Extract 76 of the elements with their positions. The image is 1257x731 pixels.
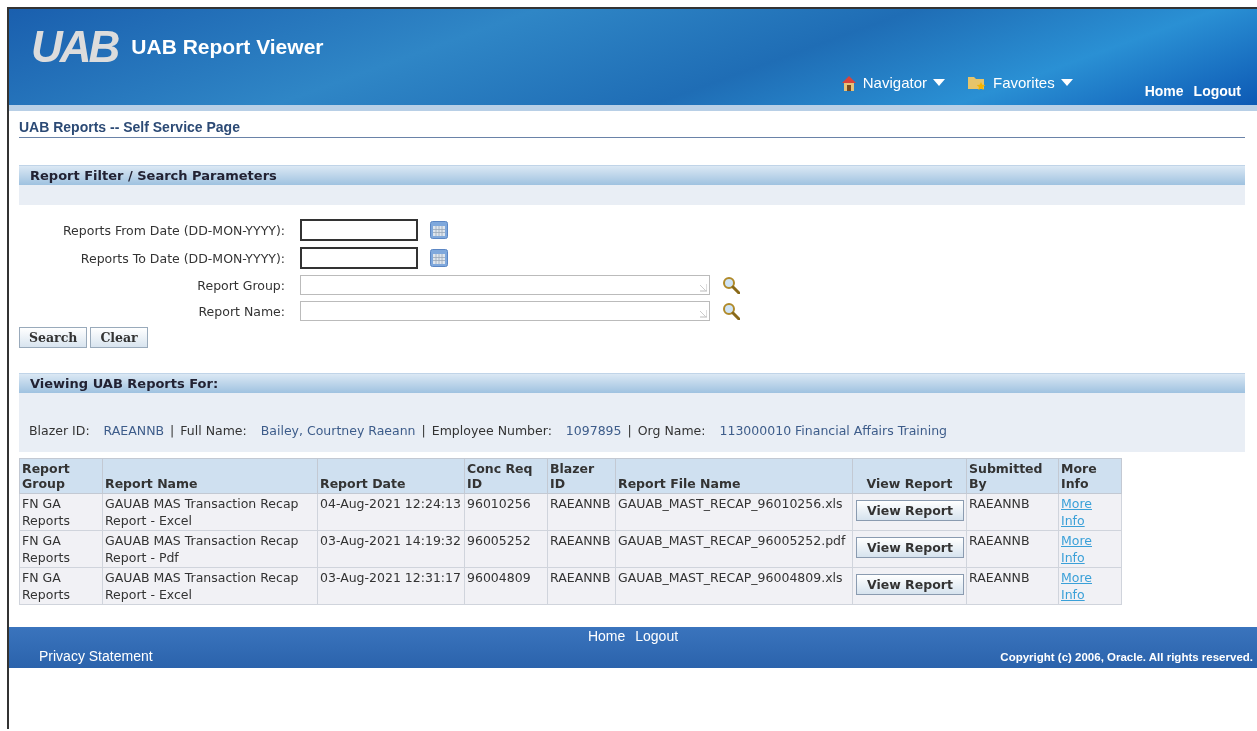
page-title: UAB Reports -- Self Service Page [19,119,1245,138]
table-cell: FN GA Reports [19,530,103,568]
info-label: Blazer ID: [29,423,90,438]
resize-grip-icon [699,284,707,292]
info-value: Bailey, Courtney Raeann [260,423,416,438]
column-header: Blazer ID [547,458,616,494]
section-header: Viewing UAB Reports For: [19,373,1245,393]
lov-field[interactable] [300,301,710,321]
column-header: Submitted By [966,458,1059,494]
calendar-icon [430,249,448,267]
nav-menu[interactable]: Favorites [967,73,1073,91]
lov-field[interactable] [300,275,710,295]
table-cell: RAEANNB [966,493,1059,531]
info-label: Employee Number: [431,423,552,438]
view-report-button[interactable]: View Report [856,574,964,595]
table-cell: 03-Aug-2021 12:31:17 [317,567,465,605]
info-label: Org Name: [637,423,706,438]
caret-icon [933,79,945,86]
calendar-icon [430,221,448,239]
field-label: Reports To Date (DD-MON-YYYY): [79,250,285,266]
resize-grip-icon [699,310,707,318]
table-cell: GAUAB_MAST_RECAP_96004809.xls [615,567,853,605]
footer-link[interactable]: Logout [635,628,679,668]
table-cell: FN GA Reports [19,567,103,605]
form-button[interactable]: Search [19,327,88,348]
table-cell: 96010256 [464,493,548,531]
table-cell: RAEANNB [547,530,616,568]
date-field[interactable] [300,247,418,269]
caret-icon [1060,78,1073,86]
table-cell: 03-Aug-2021 14:19:32 [317,530,465,568]
table-cell: 04-Aug-2021 12:24:13 [317,493,465,531]
search-icon [722,276,740,294]
app-title: UAB Report Viewer [131,35,324,59]
logo: UAB [31,25,118,69]
table-cell: 96004809 [464,567,548,605]
column-header: Report Date [317,458,465,494]
separator: | [170,423,175,438]
info-value: RAEANNB [103,423,165,438]
privacy-link[interactable]: Privacy Statement [9,648,588,668]
table-cell: RAEANNB [547,493,616,531]
separator: | [627,423,632,438]
search-icon [722,302,740,320]
table-cell: GAUAB MAS Transaction Recap Report - Pdf [102,530,318,568]
table-cell: 96005252 [464,530,548,568]
field-label: Report Group: [196,277,285,293]
column-header: View Report [852,458,967,494]
column-header: More Info [1058,458,1122,494]
table-cell: RAEANNB [547,567,616,605]
form-button[interactable]: Clear [90,327,148,348]
column-header: Conc Req ID [464,458,548,494]
date-field[interactable] [300,219,418,241]
house-icon [840,74,857,91]
header-link[interactable]: Logout [1193,83,1241,99]
copyright-text: Copyright (c) 2006, Oracle. All rights reserved. [1000,651,1254,665]
column-header: Report Name [102,458,318,494]
view-report-button[interactable]: View Report [856,500,964,521]
table-cell: RAEANNB [966,530,1059,568]
column-header: Report Group [19,458,103,494]
info-label: Full Name: [180,423,247,438]
table-cell: GAUAB MAS Transaction Recap Report - Excel [102,493,318,531]
footer-link[interactable]: Home [587,628,626,668]
column-header: Report File Name [615,458,853,494]
table-cell: FN GA Reports [19,493,103,531]
table-cell: GAUAB_MAST_RECAP_96010256.xls [615,493,853,531]
separator: | [421,423,426,438]
table-cell: GAUAB_MAST_RECAP_96005252.pdf [615,530,853,568]
field-label: Reports From Date (DD-MON-YYYY): [62,222,285,238]
table-cell: RAEANNB [966,567,1059,605]
nav-menu[interactable]: Navigator [840,74,945,91]
header-link[interactable]: Home [1144,83,1184,99]
field-label: Report Name: [197,303,285,319]
section-header: Report Filter / Search Parameters [19,165,1245,185]
table-cell: GAUAB MAS Transaction Recap Report - Excel [102,567,318,605]
view-report-button[interactable]: View Report [856,537,964,558]
info-value: 113000010 Financial Affairs Training [719,423,948,438]
info-value: 1097895 [565,423,622,438]
